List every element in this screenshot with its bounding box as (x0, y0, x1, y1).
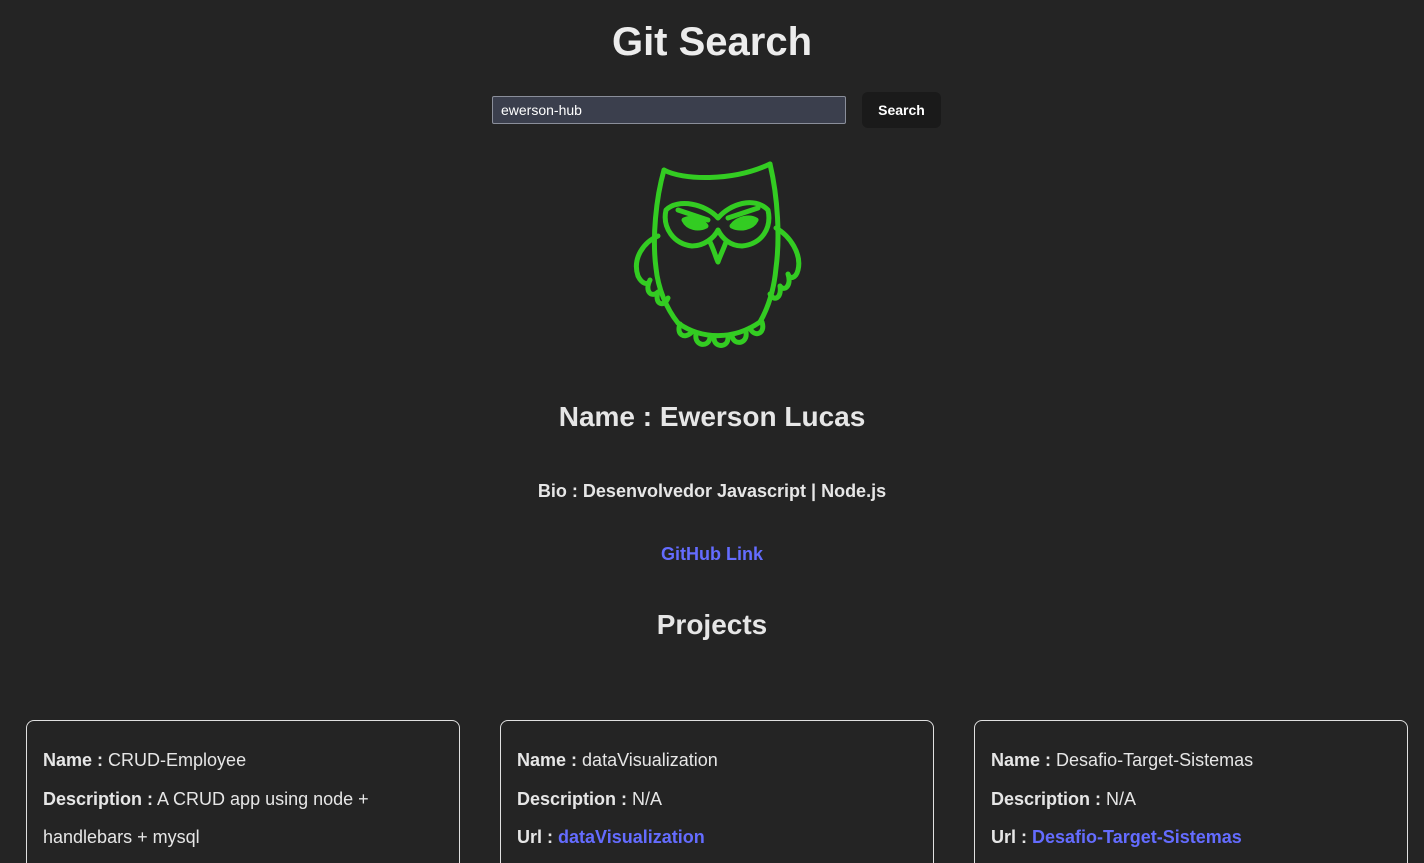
project-name: CRUD-Employee (108, 750, 247, 770)
profile-name-value: Ewerson Lucas (659, 401, 866, 432)
owl-icon (634, 161, 802, 348)
project-name: Desafio-Target-Sistemas (1056, 750, 1254, 770)
project-description-row: Description : N/A (517, 780, 917, 819)
project-name: dataVisualization (582, 750, 718, 770)
github-link-container: GitHub Link (0, 543, 1424, 565)
project-name-label: Name : (517, 750, 578, 770)
profile-name: Name : Ewerson Lucas (0, 400, 1424, 434)
github-link[interactable]: GitHub Link (661, 544, 763, 564)
project-card: Name : Desafio-Target-Sistemas Descripti… (974, 720, 1408, 863)
project-url-row: Url : dataVisualization (517, 818, 917, 857)
project-name-row: Name : Desafio-Target-Sistemas (991, 741, 1391, 780)
project-description-row: Description : A CRUD app using node + ha… (43, 780, 443, 857)
project-url-label: Url : (517, 827, 553, 847)
project-url-link[interactable]: Desafio-Target-Sistemas (1032, 827, 1242, 847)
project-url-link[interactable]: dataVisualization (558, 827, 705, 847)
project-cards: Name : CRUD-Employee Description : A CRU… (26, 720, 1408, 863)
project-card: Name : dataVisualization Description : N… (500, 720, 934, 863)
projects-heading: Projects (656, 609, 768, 640)
profile-bio-value: Desenvolvedor Javascript | Node.js (582, 481, 887, 501)
project-description: N/A (632, 788, 663, 809)
project-url-row: Url : Desafio-Target-Sistemas (991, 818, 1391, 857)
search-input[interactable] (492, 96, 846, 124)
profile-name-label: Name : (558, 401, 653, 432)
project-description-row: Description : N/A (991, 780, 1391, 819)
project-name-label: Name : (43, 750, 104, 770)
project-url-label: Url : (991, 827, 1027, 847)
profile-bio: Bio : Desenvolvedor Javascript | Node.js (0, 480, 1424, 502)
profile-bio-label: Bio : (537, 481, 578, 501)
project-description-label: Description : (517, 788, 628, 809)
project-card: Name : CRUD-Employee Description : A CRU… (26, 720, 460, 863)
project-name-row: Name : dataVisualization (517, 741, 917, 780)
project-name-label: Name : (991, 750, 1052, 770)
project-description-label: Description : (991, 788, 1102, 809)
project-name-row: Name : CRUD-Employee (43, 741, 443, 780)
project-description-label: Description : (43, 788, 154, 809)
project-description: N/A (1106, 788, 1137, 809)
page: Git Search Search Name : Ewerson L (0, 0, 1424, 863)
search-button[interactable]: Search (862, 92, 941, 128)
page-title: Git Search (611, 20, 813, 64)
search-bar: Search (0, 92, 1424, 128)
